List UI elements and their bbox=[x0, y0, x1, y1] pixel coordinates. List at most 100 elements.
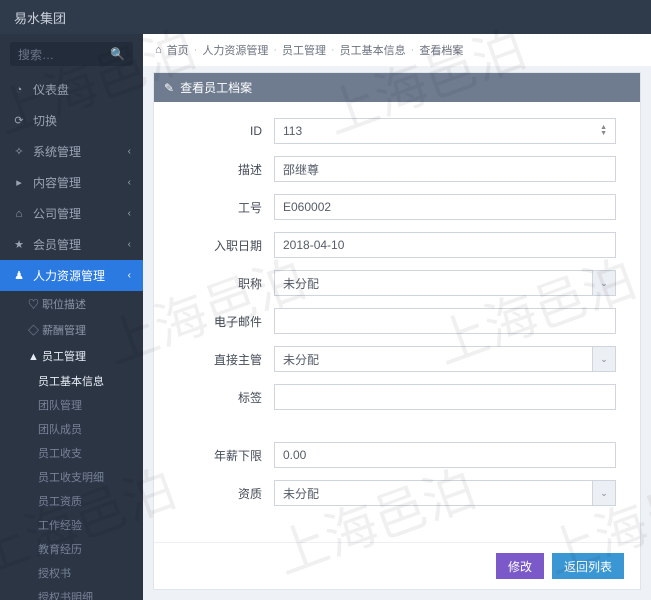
label-title: 职称 bbox=[178, 275, 274, 292]
nav-label: 人力资源管理 bbox=[33, 267, 105, 284]
nav-label: 内容管理 bbox=[33, 174, 81, 191]
heart-icon: ♡ bbox=[28, 299, 39, 311]
nav-member[interactable]: ★ 会员管理 ‹ bbox=[0, 229, 143, 260]
sidebar: 搜索… 🔍 ◔ 仪表盘 ⟳ 切换 ✧ 系统管理 ‹ ▸ 内容管理 ‹ ⌂ 公司管… bbox=[0, 34, 143, 600]
input-tag[interactable] bbox=[274, 384, 616, 410]
panel-header: ✎ 查看员工档案 bbox=[154, 73, 640, 102]
label-manager: 直接主管 bbox=[178, 351, 274, 368]
input-desc[interactable]: 邵继尊 bbox=[274, 156, 616, 182]
home-icon: ⌂ bbox=[155, 44, 162, 56]
subnav-salary[interactable]: ◇ 薪酬管理 bbox=[0, 317, 143, 343]
breadcrumb-item: 查看档案 bbox=[419, 42, 463, 58]
subnav-label: 员工管理 bbox=[42, 351, 86, 363]
dashboard-icon: ◔ bbox=[12, 84, 26, 96]
nav-switch[interactable]: ⟳ 切换 bbox=[0, 105, 143, 136]
breadcrumb-sep: · bbox=[411, 44, 415, 56]
member-icon: ★ bbox=[12, 238, 26, 251]
label-empno: 工号 bbox=[178, 199, 274, 216]
label-salary: 年薪下限 bbox=[178, 447, 274, 464]
input-id[interactable]: 113 ▲▼ bbox=[274, 118, 616, 144]
topbar: 易水集团 bbox=[0, 0, 651, 34]
nav-label: 切换 bbox=[33, 112, 57, 129]
gear-icon: ✧ bbox=[12, 145, 26, 158]
select-qual-value: 未分配 bbox=[283, 485, 319, 502]
input-id-value: 113 bbox=[283, 124, 302, 138]
input-empno[interactable]: E060002 bbox=[274, 194, 616, 220]
input-salary[interactable]: 0.00 bbox=[274, 442, 616, 468]
panel-body: ID 113 ▲▼ 描述 邵继尊 工号 E060002 bbox=[154, 102, 640, 542]
nav-label: 仪表盘 bbox=[33, 81, 69, 98]
label-hiredate: 入职日期 bbox=[178, 237, 274, 254]
subnav-label: 职位描述 bbox=[42, 299, 86, 311]
subnav-position-desc[interactable]: ♡ 职位描述 bbox=[0, 291, 143, 317]
label-tag: 标签 bbox=[178, 389, 274, 406]
panel-footer: 修改 返回列表 bbox=[154, 542, 640, 589]
subsub-auth-detail[interactable]: 授权书明细 bbox=[0, 585, 143, 600]
nav-company[interactable]: ⌂ 公司管理 ‹ bbox=[0, 198, 143, 229]
breadcrumb: ⌂ 首页 · 人力资源管理 · 员工管理 · 员工基本信息 · 查看档案 bbox=[143, 34, 651, 66]
switch-icon: ⟳ bbox=[12, 114, 26, 127]
select-qual[interactable]: 未分配 bbox=[274, 480, 593, 506]
subnav-label: 薪酬管理 bbox=[42, 325, 86, 337]
breadcrumb-item[interactable]: 首页 bbox=[167, 42, 189, 58]
breadcrumb-item[interactable]: 员工管理 bbox=[282, 42, 326, 58]
content-icon: ▸ bbox=[12, 176, 26, 189]
breadcrumb-sep: · bbox=[194, 44, 198, 56]
nav-system[interactable]: ✧ 系统管理 ‹ bbox=[0, 136, 143, 167]
chevron-down-icon[interactable]: ⌄ bbox=[592, 346, 616, 372]
select-title[interactable]: 未分配 bbox=[274, 270, 593, 296]
chevron-left-icon: ‹ bbox=[128, 208, 131, 219]
select-title-value: 未分配 bbox=[283, 275, 319, 292]
user-icon: ▲ bbox=[28, 351, 39, 363]
panel-title: 查看员工档案 bbox=[180, 79, 252, 96]
breadcrumb-item[interactable]: 员工基本信息 bbox=[340, 42, 406, 58]
subsub-team-mgmt[interactable]: 团队管理 bbox=[0, 393, 143, 417]
subnav-employee[interactable]: ▲ 员工管理 bbox=[0, 343, 143, 369]
search-placeholder: 搜索… bbox=[18, 46, 54, 63]
subsub-emp-basic[interactable]: 员工基本信息 bbox=[0, 369, 143, 393]
select-manager-value: 未分配 bbox=[283, 351, 319, 368]
chevron-left-icon: ‹ bbox=[128, 146, 131, 157]
nav-dashboard[interactable]: ◔ 仪表盘 bbox=[0, 74, 143, 105]
input-desc-value: 邵继尊 bbox=[283, 161, 319, 178]
edit-icon: ✎ bbox=[164, 81, 174, 95]
label-id: ID bbox=[178, 124, 274, 138]
number-spinner[interactable]: ▲▼ bbox=[600, 125, 607, 137]
subsub-auth[interactable]: 授权书 bbox=[0, 561, 143, 585]
subsub-work-exp[interactable]: 工作经验 bbox=[0, 513, 143, 537]
search-icon: 🔍 bbox=[110, 47, 125, 61]
breadcrumb-item[interactable]: 人力资源管理 bbox=[202, 42, 268, 58]
chevron-left-icon: ‹ bbox=[128, 177, 131, 188]
label-email: 电子邮件 bbox=[178, 313, 274, 330]
diamond-icon: ◇ bbox=[28, 325, 39, 337]
input-salary-value: 0.00 bbox=[283, 448, 306, 462]
nav-label: 会员管理 bbox=[33, 236, 81, 253]
chevron-down-icon[interactable]: ⌄ bbox=[592, 480, 616, 506]
back-button[interactable]: 返回列表 bbox=[552, 553, 624, 579]
nav-hr[interactable]: ♟ 人力资源管理 ‹ bbox=[0, 260, 143, 291]
modify-button[interactable]: 修改 bbox=[496, 553, 544, 579]
nav-label: 系统管理 bbox=[33, 143, 81, 160]
chevron-down-icon[interactable]: ⌄ bbox=[592, 270, 616, 296]
input-email[interactable] bbox=[274, 308, 616, 334]
label-qual: 资质 bbox=[178, 485, 274, 502]
main-content: ⌂ 首页 · 人力资源管理 · 员工管理 · 员工基本信息 · 查看档案 ✎ 查… bbox=[143, 34, 651, 600]
brand-title: 易水集团 bbox=[14, 8, 66, 27]
nav-content[interactable]: ▸ 内容管理 ‹ bbox=[0, 167, 143, 198]
breadcrumb-sep: · bbox=[273, 44, 277, 56]
subsub-emp-qual[interactable]: 员工资质 bbox=[0, 489, 143, 513]
panel: ✎ 查看员工档案 ID 113 ▲▼ 描述 邵继尊 bbox=[153, 72, 641, 590]
subsub-emp-finance-detail[interactable]: 员工收支明细 bbox=[0, 465, 143, 489]
select-manager[interactable]: 未分配 bbox=[274, 346, 593, 372]
chevron-left-icon: ‹ bbox=[128, 239, 131, 250]
nav-label: 公司管理 bbox=[33, 205, 81, 222]
search-input[interactable]: 搜索… 🔍 bbox=[10, 42, 133, 66]
subsub-team-members[interactable]: 团队成员 bbox=[0, 417, 143, 441]
input-empno-value: E060002 bbox=[283, 200, 331, 214]
breadcrumb-sep: · bbox=[331, 44, 335, 56]
input-hiredate-value: 2018-04-10 bbox=[283, 238, 344, 252]
input-hiredate[interactable]: 2018-04-10 bbox=[274, 232, 616, 258]
subsub-emp-finance[interactable]: 员工收支 bbox=[0, 441, 143, 465]
subsub-education[interactable]: 教育经历 bbox=[0, 537, 143, 561]
chevron-left-icon: ‹ bbox=[128, 270, 131, 281]
